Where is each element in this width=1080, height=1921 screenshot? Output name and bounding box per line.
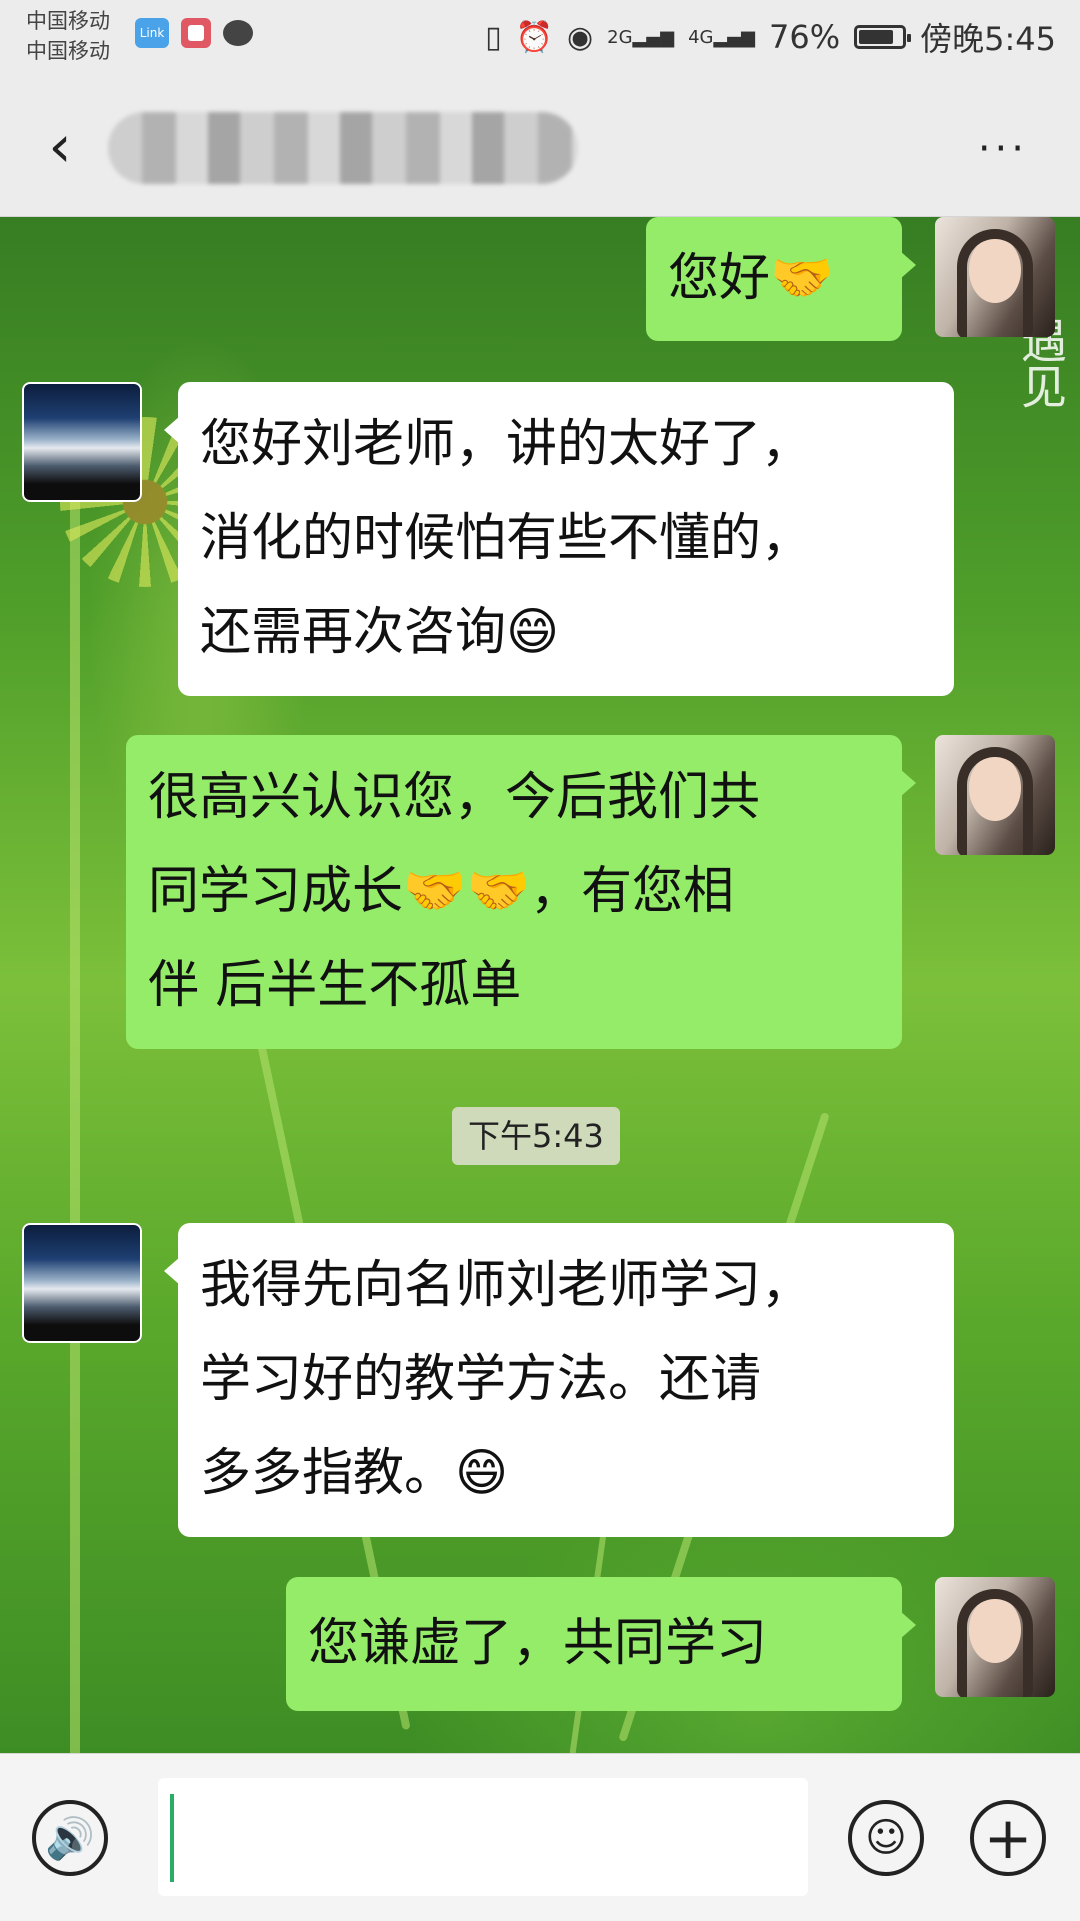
message-text-line: 消化的时候怕有些不懂的， <box>200 509 813 568</box>
message-bubble-outgoing[interactable]: 您好🤝 <box>646 217 916 341</box>
carrier-2: 中国移动 <box>26 39 110 63</box>
message-text-line: 同学习成长🤝🤝，有您相 <box>148 862 735 921</box>
avatar-friend[interactable] <box>22 1223 142 1343</box>
battery-icon <box>854 25 912 49</box>
message-text: 您谦虚了，共同学习 <box>308 1614 768 1673</box>
message-timestamp: 下午5:43 <box>452 1107 620 1165</box>
avatar-self[interactable] <box>935 217 1055 337</box>
carrier-1: 中国移动 <box>26 9 110 33</box>
link-app-icon: Link <box>135 18 169 48</box>
chevron-left-icon[interactable]: ‹ <box>40 117 80 175</box>
plus-icon[interactable]: + <box>970 1800 1046 1876</box>
signal-4g-icon: 4G▂▄▆ <box>688 26 755 48</box>
message-text: 您好🤝 <box>668 249 834 308</box>
background-stem <box>70 467 80 1753</box>
input-bar: 🔊 ☺ + <box>0 1753 1080 1921</box>
message-text-line: 还需再次咨询😄 <box>200 603 560 662</box>
message-input[interactable] <box>158 1778 808 1896</box>
chat-header: ‹ ··· <box>0 74 1080 217</box>
vibrate-icon: ▯ <box>485 19 502 55</box>
carrier-labels: 中国移动 中国移动 <box>26 6 110 66</box>
message-bubble-incoming[interactable]: 我得先向名师刘老师学习， 学习好的教学方法。还请 多多指教。😄 <box>164 1223 954 1537</box>
emoji-icon[interactable]: ☺ <box>848 1800 924 1876</box>
eye-icon: ◉ <box>566 19 594 55</box>
message-text-line: 多多指教。😄 <box>200 1444 509 1503</box>
signal-2g-icon: 2G▂▄▆ <box>607 26 675 48</box>
message-text-line: 很高兴认识您，今后我们共 <box>148 768 761 827</box>
alarm-icon: ⏰ <box>515 19 553 55</box>
message-bubble-outgoing[interactable]: 您谦虚了，共同学习 <box>286 1577 916 1711</box>
voice-icon[interactable]: 🔊 <box>32 1800 108 1876</box>
text-caret <box>170 1794 174 1882</box>
status-time: 傍晚5:45 <box>920 20 1056 58</box>
battery-percent: 76% <box>769 18 841 56</box>
avatar-self[interactable] <box>935 735 1055 855</box>
message-text-line: 您好刘老师，讲的太好了， <box>200 415 813 474</box>
message-text-line: 我得先向名师刘老师学习， <box>200 1256 813 1315</box>
message-bubble-outgoing[interactable]: 很高兴认识您，今后我们共 同学习成长🤝🤝，有您相 伴 后半生不孤单 <box>126 735 916 1049</box>
status-bar: 中国移动 中国移动 Link ▯ ⏰ ◉ 2G▂▄▆ 4G▂▄▆ 76% 傍晚5… <box>0 0 1080 74</box>
red-app-icon <box>181 18 211 48</box>
more-dots-icon[interactable]: ··· <box>978 126 1028 172</box>
chat-title-blurred <box>108 112 578 184</box>
avatar-self[interactable] <box>935 1577 1055 1697</box>
chat-area[interactable]: 遇见 您好🤝 您好刘老师，讲的太好了， 消化的时候怕有些不懂的， 还需再次咨询😄… <box>0 217 1080 1753</box>
message-text-line: 伴 后半生不孤单 <box>148 956 522 1015</box>
message-text-line: 学习好的教学方法。还请 <box>200 1350 762 1409</box>
status-right-icons: ▯ ⏰ ◉ 2G▂▄▆ 4G▂▄▆ 76% 傍晚5:45 <box>485 14 1056 60</box>
chat-notification-icon <box>223 20 253 46</box>
message-bubble-incoming[interactable]: 您好刘老师，讲的太好了， 消化的时候怕有些不懂的， 还需再次咨询😄 <box>164 382 954 696</box>
avatar-friend[interactable] <box>22 382 142 502</box>
status-left-icons: Link <box>135 18 253 48</box>
